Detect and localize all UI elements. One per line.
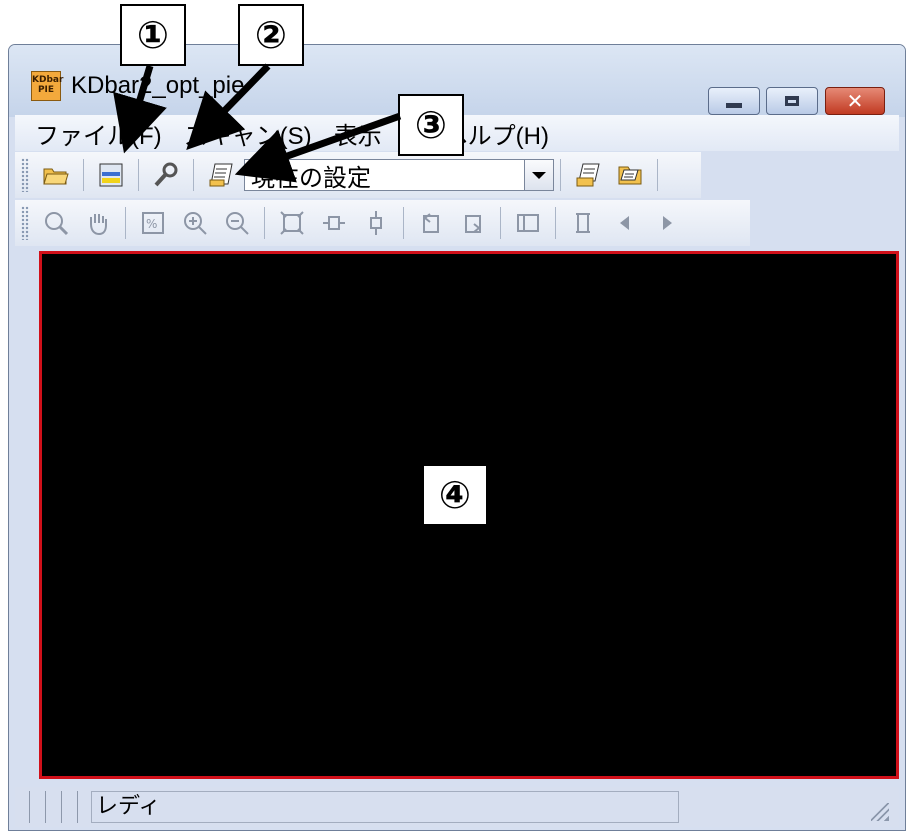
close-icon: ✕ [846, 89, 864, 113]
toolbar-separator [403, 207, 404, 239]
menu-file[interactable]: ファイル(F) [35, 116, 162, 151]
maximize-button[interactable] [766, 87, 818, 115]
callout-4: ④ [422, 464, 488, 526]
zoom-icon[interactable] [38, 205, 74, 241]
hand-icon[interactable] [80, 205, 116, 241]
minimize-button[interactable] [708, 87, 760, 115]
app-window: KDbar PIE KDbar2_opt_pie ✕ ファイル(F) スキャン(S… [8, 44, 906, 831]
page-icon[interactable] [565, 205, 601, 241]
app-logo-icon: KDbar PIE [31, 71, 63, 101]
svg-text:%: % [146, 217, 157, 231]
minimize-icon [726, 102, 742, 108]
maximize-icon [785, 96, 799, 106]
save-settings-icon[interactable] [570, 157, 606, 193]
status-divider [77, 791, 78, 823]
panel-icon[interactable] [510, 205, 546, 241]
toolbar-separator [657, 159, 658, 191]
scanner-icon[interactable] [93, 157, 129, 193]
fit-width-icon[interactable] [316, 205, 352, 241]
toolbar-separator [555, 207, 556, 239]
status-text: レディ [91, 791, 679, 823]
toolbar-grip[interactable] [21, 206, 29, 240]
toolbar-grip[interactable] [21, 158, 29, 192]
next-icon[interactable] [649, 205, 685, 241]
status-bar: レディ [15, 787, 899, 827]
toolbar-separator [193, 159, 194, 191]
view-toolbar: % [15, 200, 750, 246]
prev-icon[interactable] [607, 205, 643, 241]
load-settings-icon[interactable] [612, 157, 648, 193]
toolbar-separator [560, 159, 561, 191]
status-divider [29, 791, 30, 823]
callout-2: ② [238, 4, 304, 66]
toolbar-separator [264, 207, 265, 239]
zoom-out-icon[interactable] [219, 205, 255, 241]
percent-icon[interactable]: % [135, 205, 171, 241]
resize-grip-icon[interactable] [871, 803, 889, 821]
callout-3: ③ [398, 94, 464, 156]
open-folder-icon[interactable] [38, 157, 74, 193]
status-divider [61, 791, 62, 823]
rotate-right-icon[interactable] [455, 205, 491, 241]
toolbar-separator [83, 159, 84, 191]
combo-dropdown-button[interactable] [524, 160, 553, 190]
menu-view[interactable]: 表示 [334, 116, 382, 151]
rotate-left-icon[interactable] [413, 205, 449, 241]
settings-combobox[interactable]: 現在の設定 [244, 159, 554, 192]
toolbar-separator [500, 207, 501, 239]
menu-scan[interactable]: スキャン(S) [184, 116, 312, 151]
fit-icon[interactable] [274, 205, 310, 241]
close-button[interactable]: ✕ [825, 87, 885, 115]
settings-sheet-icon[interactable] [203, 157, 239, 193]
chevron-down-icon [532, 171, 546, 179]
status-divider [45, 791, 46, 823]
fit-height-icon[interactable] [358, 205, 394, 241]
window-title: KDbar2_opt_pie [71, 72, 245, 99]
main-toolbar: 現在の設定 [15, 152, 701, 198]
toolbar-separator [125, 207, 126, 239]
callout-1: ① [120, 4, 186, 66]
wrench-icon[interactable] [148, 157, 184, 193]
zoom-in-icon[interactable] [177, 205, 213, 241]
combo-value: 現在の設定 [251, 163, 371, 192]
toolbar-separator [138, 159, 139, 191]
